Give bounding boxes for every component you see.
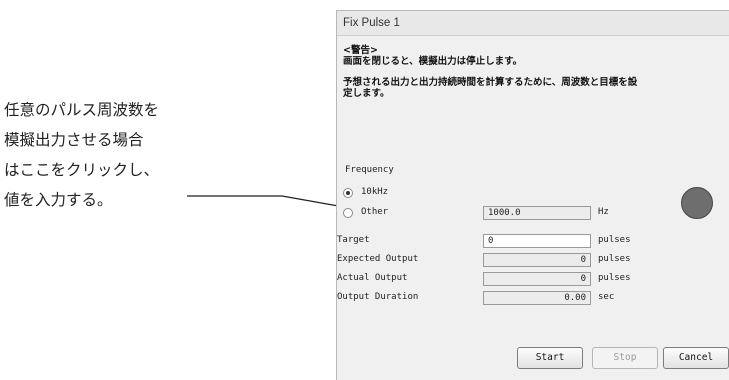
output-duration-field: 0.00 bbox=[483, 291, 591, 305]
start-button[interactable]: Start bbox=[517, 347, 583, 369]
target-label: Target bbox=[337, 235, 370, 245]
expected-output-field: 0 bbox=[483, 253, 591, 267]
radio-other-label[interactable]: Other bbox=[361, 207, 388, 217]
actual-output-unit: pulses bbox=[598, 273, 631, 283]
fix-pulse-dialog: Fix Pulse 1 <警告> 画面を閉じると、模擬出力は停止します。 予想さ… bbox=[336, 10, 729, 380]
warning-line-2: 予想される出力と出力持続時間を計算するために、周波数と目標を設 bbox=[343, 77, 638, 88]
output-duration-unit: sec bbox=[598, 292, 615, 302]
warning-line-1: 画面を閉じると、模擬出力は停止します。 bbox=[343, 56, 523, 67]
output-duration-label: Output Duration bbox=[337, 292, 419, 302]
radio-10khz-label[interactable]: 10kHz bbox=[361, 187, 388, 197]
warning-heading: <警告> bbox=[343, 45, 378, 56]
actual-output-field: 0 bbox=[483, 272, 591, 286]
warning-message: <警告> 画面を閉じると、模擬出力は停止します。 予想される出力と出力持続時間を… bbox=[343, 45, 723, 99]
expected-output-unit: pulses bbox=[598, 254, 631, 264]
dialog-title: Fix Pulse 1 bbox=[337, 11, 729, 36]
frequency-label: Frequency bbox=[345, 165, 394, 175]
radio-other[interactable] bbox=[343, 208, 353, 218]
cancel-button[interactable]: Cancel bbox=[663, 347, 729, 369]
target-input[interactable]: 0 bbox=[483, 234, 591, 248]
target-unit: pulses bbox=[598, 235, 631, 245]
stop-button[interactable]: Stop bbox=[592, 347, 658, 369]
actual-output-label: Actual Output bbox=[337, 273, 408, 283]
status-lamp bbox=[681, 187, 713, 219]
expected-output-label: Expected Output bbox=[337, 254, 419, 264]
other-frequency-field[interactable]: 1000.0 bbox=[483, 206, 591, 220]
radio-10khz[interactable] bbox=[343, 188, 353, 198]
other-unit: Hz bbox=[598, 207, 609, 217]
warning-line-3: 定します。 bbox=[343, 88, 390, 99]
